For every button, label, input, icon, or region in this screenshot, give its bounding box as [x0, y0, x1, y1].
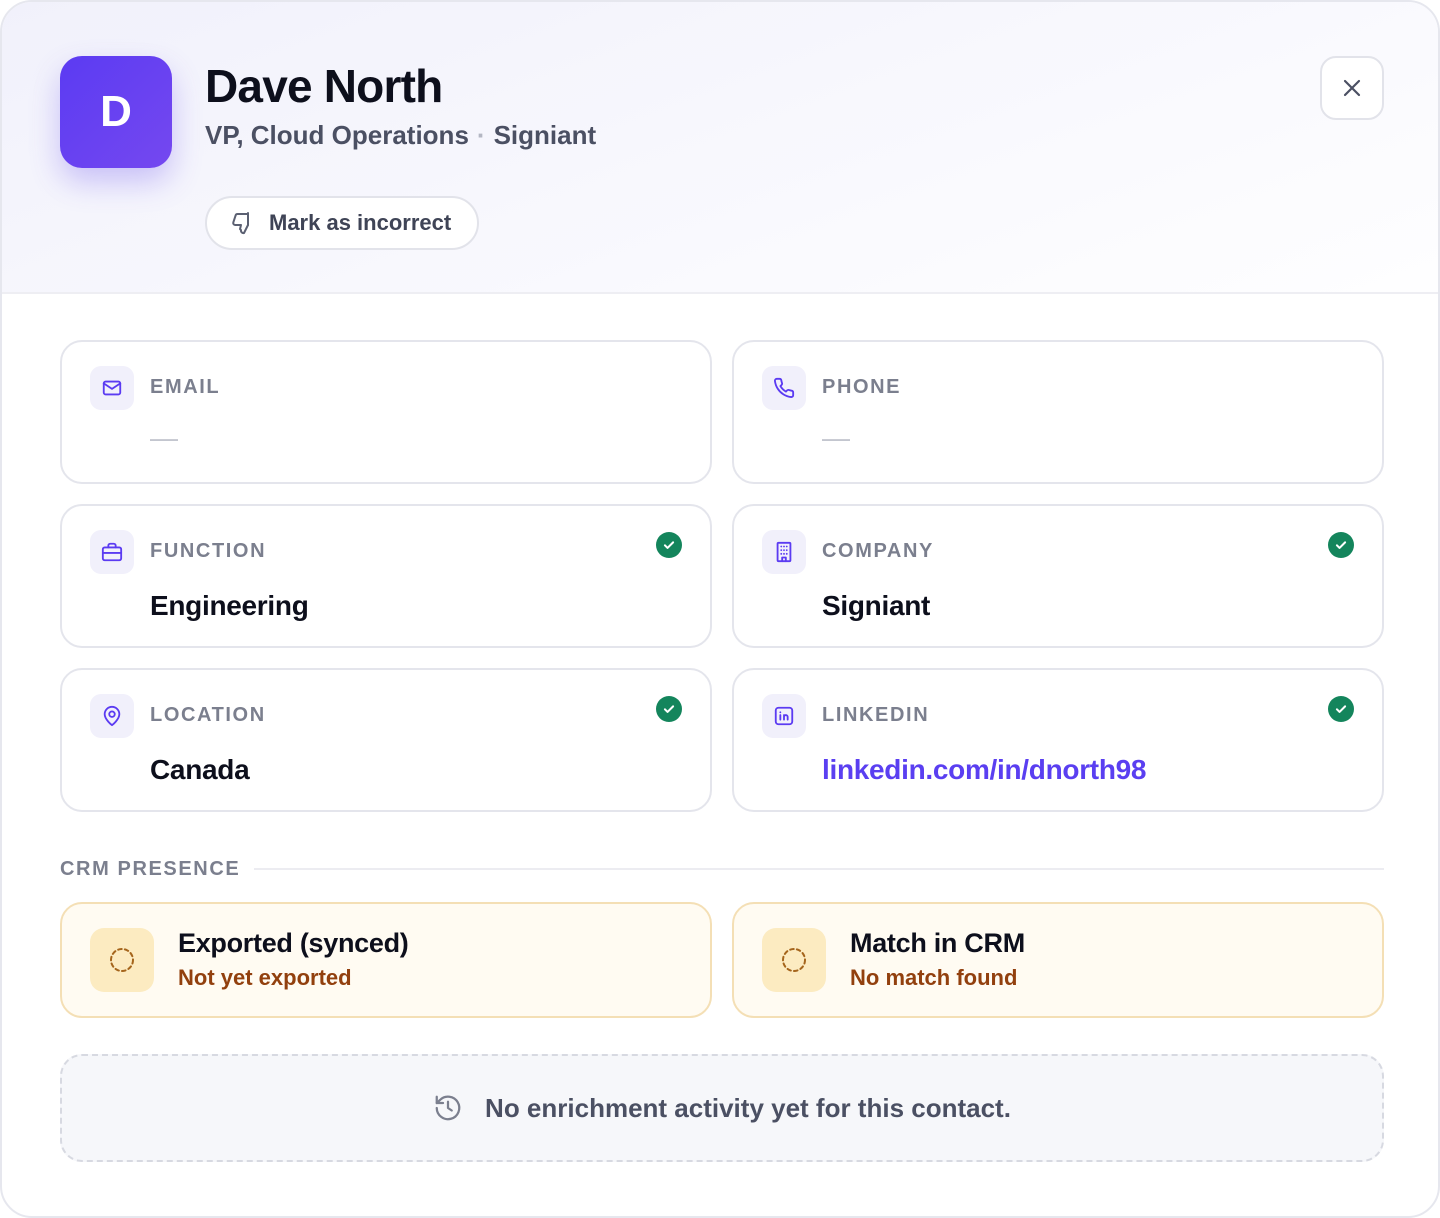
linkedin-icon	[762, 694, 806, 738]
linkedin-link[interactable]: linkedin.com/in/dnorth98	[822, 754, 1146, 786]
company-card: COMPANY Signiant	[732, 504, 1384, 648]
crm-exported-title: Exported (synced)	[178, 928, 409, 958]
verified-check-icon	[1328, 696, 1354, 722]
contact-header: D Dave North VP, Cloud Operations · Signia…	[2, 2, 1438, 294]
avatar: D	[60, 56, 172, 168]
mail-icon	[90, 366, 134, 410]
email-label: EMAIL	[150, 376, 221, 398]
linkedin-card: LINKEDIN linkedin.com/in/dnorth98	[732, 668, 1384, 812]
verified-check-icon	[656, 532, 682, 558]
function-value: Engineering	[150, 590, 309, 621]
separator-dot: ·	[476, 120, 486, 150]
history-icon	[433, 1093, 463, 1123]
function-card: FUNCTION Engineering	[60, 504, 712, 648]
contact-subtitle: VP, Cloud Operations · Signiant	[205, 119, 596, 151]
location-card: LOCATION Canada	[60, 668, 712, 812]
function-label: FUNCTION	[150, 540, 267, 562]
mark-as-incorrect-label: Mark as incorrect	[269, 210, 452, 235]
crm-section-title: CRM PRESENCE	[60, 858, 241, 880]
phone-icon	[762, 366, 806, 410]
email-value: —	[150, 422, 178, 453]
crm-match-title: Match in CRM	[850, 928, 1025, 958]
enrichment-activity-empty-state: No enrichment activity yet for this cont…	[60, 1054, 1384, 1162]
phone-value: —	[822, 422, 850, 453]
contact-title: VP, Cloud Operations	[205, 120, 469, 150]
email-card: EMAIL —	[60, 340, 712, 484]
building-icon	[762, 530, 806, 574]
verified-check-icon	[656, 696, 682, 722]
crm-match-status: No match found	[850, 965, 1018, 990]
contact-company: Signiant	[493, 120, 597, 150]
crm-exported-status: Not yet exported	[178, 965, 352, 990]
location-label: LOCATION	[150, 704, 266, 726]
phone-label: PHONE	[822, 376, 902, 398]
phone-card: PHONE —	[732, 340, 1384, 484]
section-divider	[254, 868, 1384, 870]
pending-circle-icon	[90, 928, 154, 992]
company-value: Signiant	[822, 590, 931, 621]
verified-check-icon	[1328, 532, 1354, 558]
contact-name: Dave North	[205, 60, 443, 112]
crm-exported-card: Exported (synced) Not yet exported	[60, 902, 712, 1018]
location-value: Canada	[150, 754, 250, 785]
contact-detail-modal: D Dave North VP, Cloud Operations · Signia…	[0, 0, 1440, 1218]
thumbs-down-icon	[231, 211, 255, 235]
company-label: COMPANY	[822, 540, 934, 562]
crm-match-card: Match in CRM No match found	[732, 902, 1384, 1018]
pending-circle-icon	[762, 928, 826, 992]
briefcase-icon	[90, 530, 134, 574]
mark-as-incorrect-button[interactable]: Mark as incorrect	[205, 196, 479, 250]
map-pin-icon	[90, 694, 134, 738]
linkedin-label: LINKEDIN	[822, 704, 930, 726]
close-icon	[1340, 76, 1364, 100]
activity-message: No enrichment activity yet for this cont…	[485, 1092, 1011, 1123]
close-button[interactable]	[1320, 56, 1384, 120]
